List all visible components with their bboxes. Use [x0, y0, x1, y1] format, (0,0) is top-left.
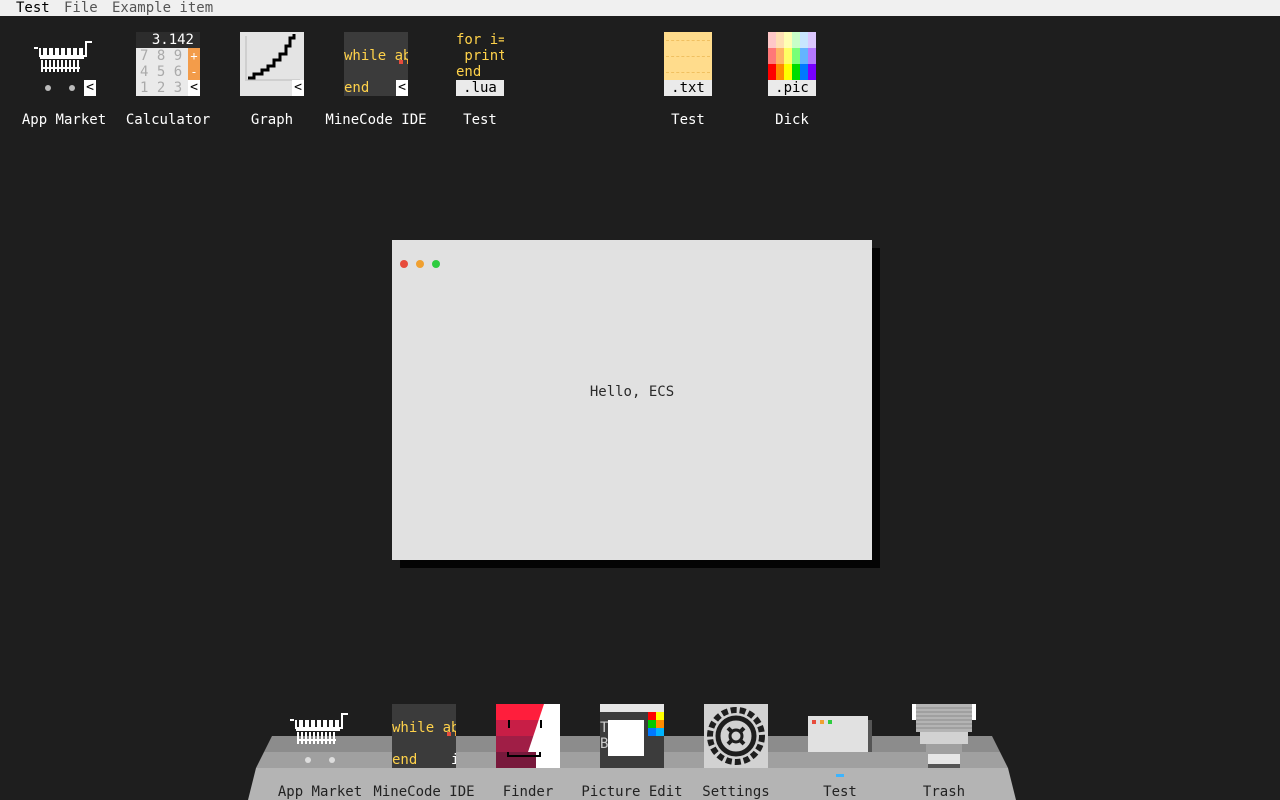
shortcut-badge: <: [84, 80, 96, 96]
dock-label: Trash: [922, 784, 966, 800]
menu-example-item[interactable]: Example item: [112, 0, 213, 16]
cart-icon: [288, 704, 352, 768]
calculator-operator-keys: + -: [188, 48, 200, 80]
code-line: while ab: [392, 720, 456, 736]
picture-edit-icon: T B: [600, 704, 664, 768]
code-line: end: [456, 64, 482, 80]
code-line: for i=: [456, 32, 504, 48]
finder-icon: [496, 704, 560, 768]
shortcut-badge: <: [188, 80, 200, 96]
calculator-row: 4 5 6: [140, 64, 183, 80]
desktop-icon-dick-pic[interactable]: .pic Dick: [742, 32, 842, 132]
gear-icon: [704, 704, 768, 768]
picture-file-icon: .pic: [768, 32, 816, 96]
desktop-icon-test-lua[interactable]: for i= print end .lua Test: [430, 32, 530, 132]
shortcut-badge: <: [396, 80, 408, 96]
color-palette: [648, 712, 664, 736]
icon-label: Test: [463, 112, 497, 128]
menu-test[interactable]: Test: [16, 0, 50, 16]
text-file-icon: .txt: [664, 32, 712, 96]
code-editor-icon: while ab i << 16 end <: [344, 32, 408, 96]
calculator-row: 7 8 9: [140, 48, 183, 64]
dock-item-settings[interactable]: Settings: [684, 704, 788, 800]
calculator-display: 3.142: [136, 32, 200, 48]
maximize-button[interactable]: [432, 260, 440, 268]
file-extension: .lua: [456, 80, 504, 96]
paper: [664, 32, 712, 80]
color-palette: [768, 32, 816, 80]
window-message: Hello, ECS: [589, 384, 675, 400]
menu-file[interactable]: File: [64, 0, 98, 16]
test-window[interactable]: Hello, ECS: [392, 240, 872, 560]
file-extension: .txt: [664, 80, 712, 96]
dock-item-finder[interactable]: Finder: [476, 704, 580, 800]
dock-item-trash[interactable]: Trash: [892, 704, 996, 800]
code-line: end: [344, 80, 370, 96]
file-extension: .pic: [768, 80, 816, 96]
shortcut-badge: <: [292, 80, 304, 96]
minimize-button[interactable]: [416, 260, 424, 268]
window-icon: [808, 704, 872, 768]
close-button[interactable]: [400, 260, 408, 268]
code-line: print: [456, 48, 504, 64]
dock-item-picture-edit[interactable]: T B Picture Edit: [580, 704, 684, 800]
dock-item-minecode-ide[interactable]: while ab i << 16 end MineCode IDE: [372, 704, 476, 800]
code-line: while ab: [344, 48, 408, 64]
icon-label: Dick: [775, 112, 809, 128]
trash-icon: [912, 704, 976, 768]
calculator-row: 1 2 3: [140, 80, 183, 96]
canvas: [608, 720, 644, 756]
graph-icon: <: [240, 32, 304, 96]
cart-icon: <: [32, 32, 96, 96]
dock-item-test[interactable]: Test: [788, 704, 892, 800]
dock-item-app-market[interactable]: App Market: [268, 704, 372, 800]
code-line: end: [392, 752, 418, 768]
running-indicator: [836, 774, 844, 777]
calculator-icon: 3.142 7 8 9 4 5 6 1 2 3 + - <: [136, 32, 200, 96]
menu-bar: Test File Example item: [0, 0, 1280, 16]
code-editor-icon: while ab i << 16 end: [392, 704, 456, 768]
lua-file-icon: for i= print end .lua: [456, 32, 504, 96]
